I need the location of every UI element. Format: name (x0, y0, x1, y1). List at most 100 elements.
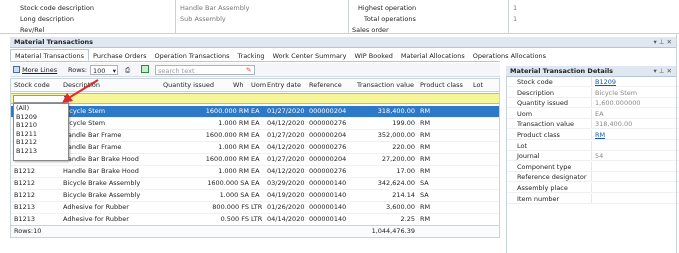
reference-cell: 000000140 (309, 191, 347, 199)
detail-value: 54 (595, 152, 604, 161)
print-icon[interactable]: ⎙ (125, 65, 130, 75)
clear-search-icon[interactable]: ✎ (246, 65, 251, 75)
more-lines-label: More Lines (22, 66, 58, 74)
export-excel-icon[interactable] (141, 65, 149, 73)
description-cell: Bicycle Brake Assembly (63, 191, 141, 199)
detail-value: Bicycle Stem (595, 88, 638, 97)
panel-window-controls[interactable]: ▾ ⊥ ✕ (653, 37, 672, 48)
divider (591, 161, 592, 171)
prop-value[interactable]: 1 (513, 3, 517, 14)
description-cell: Bicycle Stem (63, 107, 106, 115)
stock-code-cell: B1212 (14, 167, 36, 175)
divider (591, 108, 592, 118)
detail-link[interactable]: B1209 (595, 77, 616, 87)
detail-row: Description Bicycle Stem (507, 87, 679, 98)
transaction-value-cell: 318,400.00 (377, 107, 415, 115)
reference-cell: 000000204 (309, 107, 347, 115)
column-header-transaction-value[interactable]: Transaction value (357, 80, 414, 91)
column-header-product-class[interactable]: Product class (420, 80, 463, 91)
column-header-quantity-issued[interactable]: Quantity issued (163, 80, 214, 91)
details-window-controls[interactable]: ▾ ⊥ ✕ (653, 66, 672, 77)
detail-row: Assembly place (507, 183, 679, 193)
reference-cell: 000000276 (309, 167, 347, 175)
divider (591, 130, 592, 139)
table-row[interactable]: B1212 Handle Bar Brake Hood 1.000 RM EA 04/1… (11, 166, 499, 178)
prop-value[interactable]: Sub Assembly (180, 14, 226, 25)
reference-cell: 000000204 (309, 155, 347, 163)
product-class-cell: RM (420, 215, 431, 223)
dropdown-option[interactable]: B1213 (14, 147, 68, 156)
detail-label: Uom (517, 109, 533, 118)
more-lines-button[interactable]: More Lines (13, 65, 57, 75)
uom-cell: EA (251, 143, 260, 151)
column-header-stock-code[interactable]: Stock code (14, 80, 50, 91)
detail-row: Journal 54 (507, 151, 679, 162)
detail-row: Product class RM (507, 130, 679, 140)
product-class-cell: RM (420, 167, 431, 175)
divider (591, 193, 592, 203)
dropdown-option[interactable]: B1211 (14, 130, 68, 139)
table-row[interactable]: B1213 Adhesive for Rubber 800.000 FS LTR 01/… (11, 202, 499, 214)
column-header-uom[interactable]: Uom (251, 80, 266, 91)
tab-operation-transactions[interactable]: Operation Transactions (151, 50, 234, 62)
stock-code-cell: B1212 (14, 191, 36, 199)
detail-label: Assembly place (517, 184, 568, 192)
product-class-cell: RM (420, 131, 431, 139)
stock-code-filter-dropdown[interactable]: (All) B1209 B1210 B1211 B1212 B1213 (13, 103, 69, 161)
search-input[interactable]: search text (155, 65, 255, 75)
table-row[interactable]: Bicycle Stem 1.000 RM EA 04/12/2020 00000027… (11, 118, 499, 130)
divider (591, 183, 592, 192)
panel-title: Material Transactions (14, 38, 94, 46)
dropdown-option[interactable]: B1210 (14, 121, 68, 130)
entry-date-cell: 04/12/2020 (267, 143, 305, 151)
tab-material-allocations[interactable]: Material Allocations (397, 50, 469, 62)
tab-bar: Material Transactions Purchase Orders Oper… (10, 49, 546, 62)
tab-material-transactions[interactable]: Material Transactions (10, 49, 90, 61)
table-row[interactable]: B1211Handle Bar Frame1.000 RMEA04/12/202… (11, 142, 499, 154)
entry-date-cell: 01/27/2020 (267, 131, 305, 139)
uom-cell: EA (251, 131, 260, 139)
prop-value[interactable]: Handle Bar Assembly (180, 3, 250, 14)
prop-value[interactable]: 1 (513, 14, 517, 25)
detail-label: Item number (517, 194, 560, 203)
tab-wip-booked[interactable]: WIP Booked (350, 50, 396, 62)
table-row[interactable]: B1212 Bicycle Brake Assembly 1600.000 SA EA… (11, 178, 499, 190)
tab-tracking[interactable]: Tracking (234, 50, 269, 62)
arrow-head (62, 93, 73, 103)
details-title: Material Transaction Details (510, 67, 614, 75)
table-row[interactable]: B1212Handle Bar Brake Hood1600.000 RMEA0… (11, 154, 499, 166)
rows-select[interactable]: 100 ▾ (90, 65, 118, 75)
quantity-issued-cell: 0.500 FS (220, 215, 249, 223)
quantity-issued-cell: 1600.000 SA (207, 179, 249, 187)
dropdown-option[interactable]: B1212 (14, 138, 68, 147)
quantity-issued-cell: 1600.000 RM (205, 155, 249, 163)
uom-cell: LTR (251, 203, 263, 211)
detail-label: Quantity issued (517, 99, 568, 108)
details-title-bar: Material Transaction Details ▾ ⊥ ✕ (506, 66, 676, 77)
quantity-issued-cell: 800.000 FS (212, 203, 249, 211)
table-row[interactable]: B1212 Bicycle Brake Assembly 1.000 SA EA 04/… (11, 190, 499, 202)
grid-footer: Rows:10 1,044,476.39 (11, 225, 499, 237)
more-lines-icon (13, 66, 20, 73)
detail-label: Component type (517, 162, 572, 171)
detail-value: EA (595, 109, 604, 118)
detail-link[interactable]: RM (595, 130, 605, 140)
prop-row: Sales order (352, 25, 532, 36)
detail-label: Product class (517, 131, 560, 139)
chevron-down-icon: ▾ (112, 67, 116, 75)
details-panel: Stock code B1209 Description Bicycle Stem Qu… (506, 77, 679, 253)
column-header-entry-date[interactable]: Entry date (267, 80, 301, 91)
description-cell: Handle Bar Frame (63, 131, 122, 139)
column-header-wh[interactable]: Wh (233, 80, 244, 91)
tab-purchase-orders[interactable]: Purchase Orders (89, 50, 150, 62)
column-header-lot[interactable]: Lot (473, 80, 483, 91)
tab-work-center-summary[interactable]: Work Center Summary (269, 50, 351, 62)
transaction-value-total: 1,044,476.39 (371, 227, 415, 235)
tab-operations-allocations[interactable]: Operations Allocations (469, 50, 550, 62)
uom-cell: EA (251, 167, 260, 175)
dropdown-option[interactable]: B1209 (14, 113, 68, 122)
column-header-reference[interactable]: Reference (309, 80, 342, 91)
table-row[interactable]: B1211Handle Bar Frame 1600.000 RMEA 01/27/… (11, 130, 499, 142)
table-row[interactable]: Bicycle Stem 1600.000 RM EA 01/27/2020 00000… (11, 106, 499, 118)
divider (591, 87, 592, 97)
